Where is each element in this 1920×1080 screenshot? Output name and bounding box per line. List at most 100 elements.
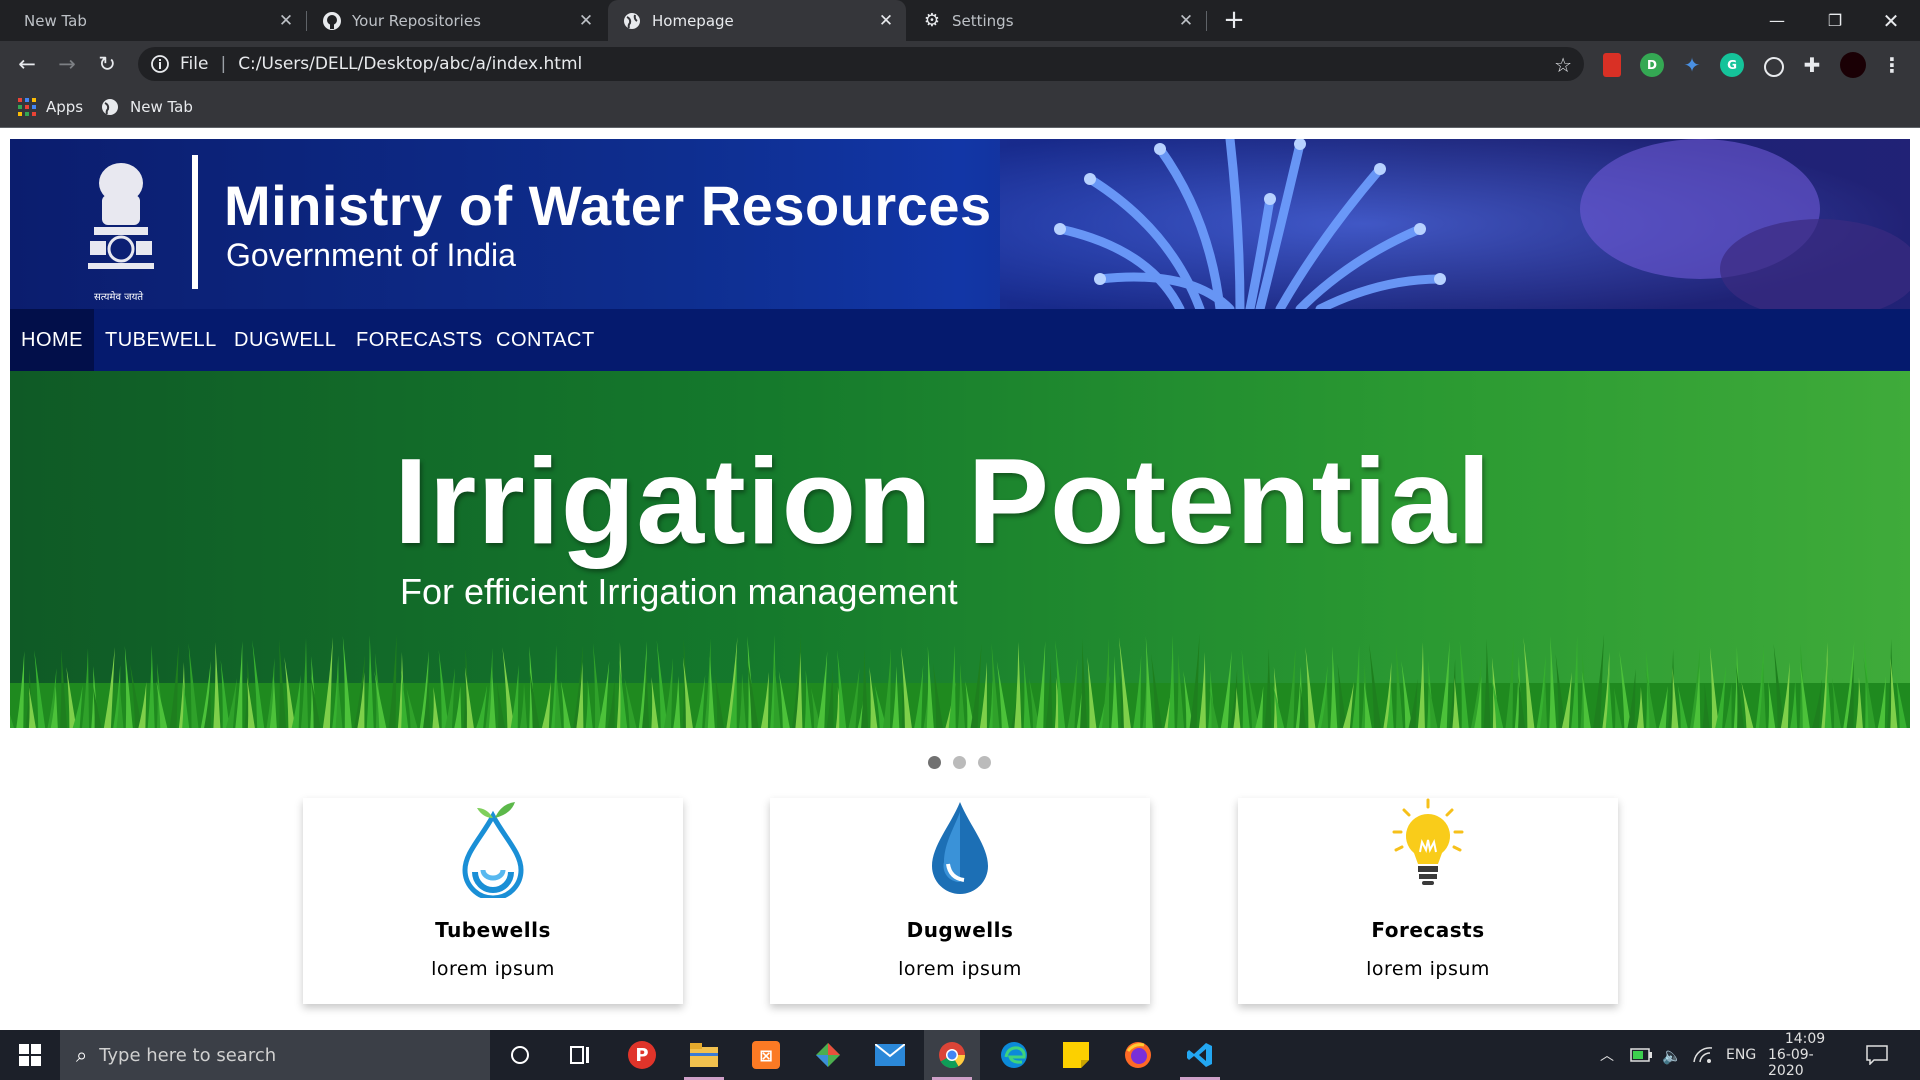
extension-bird-icon[interactable]: ✦ [1680,53,1704,77]
bookmark-label: Apps [46,98,84,116]
globe-icon [102,99,118,115]
extensions-puzzle-icon[interactable]: ✚ [1800,53,1824,77]
taskbar-app-pi[interactable]: P [614,1030,670,1080]
browser-toolbar: ← → ↻ File | C:/Users/DELL/Desktop/abc/a… [0,41,1920,88]
close-icon[interactable]: ✕ [1174,9,1198,33]
taskbar-xampp[interactable]: ⊠ [738,1030,794,1080]
card-title: Dugwells [906,918,1014,942]
xampp-icon: ⊠ [752,1041,780,1069]
wifi-icon[interactable] [1692,1030,1714,1080]
extension-circle-icon[interactable] [1764,57,1784,77]
nav-item-forecasts[interactable]: FORECASTS [356,309,483,371]
tab-label: New Tab [24,11,87,30]
input-language-indicator[interactable]: ENG [1726,1030,1756,1080]
taskbar-file-explorer[interactable] [676,1030,732,1080]
hero-title: Irrigation Potential [394,433,1492,569]
apps-grid-icon [18,98,36,116]
tab-label: Settings [952,11,1014,30]
browser-tab-bar: New Tab ✕ Your Repositories ✕ Homepage ✕… [0,0,1920,41]
new-tab-button[interactable]: + [1220,5,1248,35]
clock-date: 16-09-2020 [1768,1047,1814,1079]
volume-icon[interactable]: 🔈 [1662,1030,1682,1080]
git-diamond-icon [816,1043,840,1067]
cortana-button[interactable] [492,1030,548,1080]
taskbar-search-box[interactable]: ⌕ Type here to search [60,1030,490,1080]
grammarly-icon[interactable]: G [1720,53,1744,77]
coral-banner-image [1000,139,1910,309]
emblem-caption: सत्यमेव जयते [94,292,144,303]
gear-icon: ⚙ [923,10,941,31]
taskbar-firefox[interactable] [1110,1030,1166,1080]
mail-icon [875,1044,905,1066]
bookmark-new-tab[interactable]: New Tab [100,88,193,126]
show-hidden-icons-button[interactable]: ︿ [1600,1030,1614,1080]
card-description: lorem ipsum [1366,958,1490,980]
site-title: Ministry of Water Resources [224,174,992,237]
taskbar-vscode[interactable] [1172,1030,1228,1080]
close-icon[interactable]: ✕ [874,9,898,33]
hero-subtitle: For efficient Irrigation management [400,571,958,612]
web-page: सत्यमेव जयते Ministry of Water Resources… [0,128,1920,1030]
clock-time: 14:09 [1784,1031,1826,1047]
bookmark-apps[interactable]: Apps [18,88,83,126]
menu-kebab-icon[interactable]: ⋮ [1880,53,1904,77]
nav-item-dugwell[interactable]: DUGWELL [234,309,336,371]
windows-start-button[interactable] [2,1030,58,1080]
slide-indicator-2[interactable] [953,756,966,769]
tab-new-tab[interactable]: New Tab ✕ [0,0,306,41]
clock[interactable]: 14:09 16-09-2020 [1768,1030,1842,1080]
close-icon[interactable]: ✕ [574,9,598,33]
github-icon [322,11,342,31]
pi-app-icon: P [628,1041,656,1069]
national-emblem-logo [88,163,154,269]
site-header: सत्यमेव जयते Ministry of Water Resources… [10,139,1910,309]
taskbar-edge[interactable] [986,1030,1042,1080]
nav-item-contact[interactable]: CONTACT [496,309,595,371]
omnibox-divider: | [220,54,227,74]
edge-icon [1001,1042,1027,1068]
search-placeholder: Type here to search [99,1044,277,1066]
profile-avatar[interactable] [1840,52,1866,78]
action-center-icon[interactable] [1866,1030,1888,1080]
folder-icon [690,1043,718,1067]
windows-taskbar: ⌕ Type here to search P ⊠ ︿ 🔈 ENG 14:09 … [0,1030,1920,1080]
slide-indicator-3[interactable] [978,756,991,769]
minimize-button[interactable]: — [1748,0,1806,41]
vscode-icon [1187,1043,1212,1067]
tab-your-repositories[interactable]: Your Repositories ✕ [308,0,606,41]
nav-item-home[interactable]: HOME [10,309,94,371]
extension-green-icon[interactable]: D [1640,53,1664,77]
url-text[interactable]: C:/Users/DELL/Desktop/abc/a/index.html [238,54,582,74]
address-bar[interactable]: File | C:/Users/DELL/Desktop/abc/a/index… [138,47,1584,81]
cortana-circle-icon [511,1046,529,1064]
taskbar-app-git[interactable] [800,1030,856,1080]
taskbar-sticky-notes[interactable] [1048,1030,1104,1080]
reload-button[interactable]: ↻ [92,49,122,79]
nav-item-tubewell[interactable]: TUBEWELL [105,309,217,371]
globe-icon [622,11,642,31]
restore-button[interactable]: ❐ [1806,0,1864,41]
tab-separator [1206,11,1207,31]
taskbar-chrome[interactable] [924,1030,980,1080]
taskbar-mail[interactable] [862,1030,918,1080]
card-tubewells[interactable]: Tubewells lorem ipsum [303,798,683,1004]
window-close-button[interactable]: ✕ [1862,0,1920,41]
task-view-button[interactable] [552,1030,608,1080]
card-title: Forecasts [1371,918,1485,942]
slide-indicator-1[interactable] [928,756,941,769]
battery-icon[interactable] [1630,1030,1652,1080]
info-icon[interactable] [150,54,170,74]
card-dugwells[interactable]: Dugwells lorem ipsum [770,798,1150,1004]
sticky-notes-icon [1063,1042,1089,1068]
tab-homepage[interactable]: Homepage ✕ [608,0,906,41]
close-icon[interactable]: ✕ [274,9,298,33]
extension-red-icon[interactable] [1603,53,1621,77]
tab-separator [306,11,307,31]
forward-button[interactable]: → [52,49,82,79]
bookmark-star-icon[interactable]: ☆ [1554,53,1572,77]
tab-settings[interactable]: ⚙ Settings ✕ [908,0,1206,41]
search-icon: ⌕ [76,1043,88,1067]
card-forecasts[interactable]: Forecasts lorem ipsum [1238,798,1618,1004]
site-subtitle: Government of India [226,237,516,273]
back-button[interactable]: ← [12,49,42,79]
